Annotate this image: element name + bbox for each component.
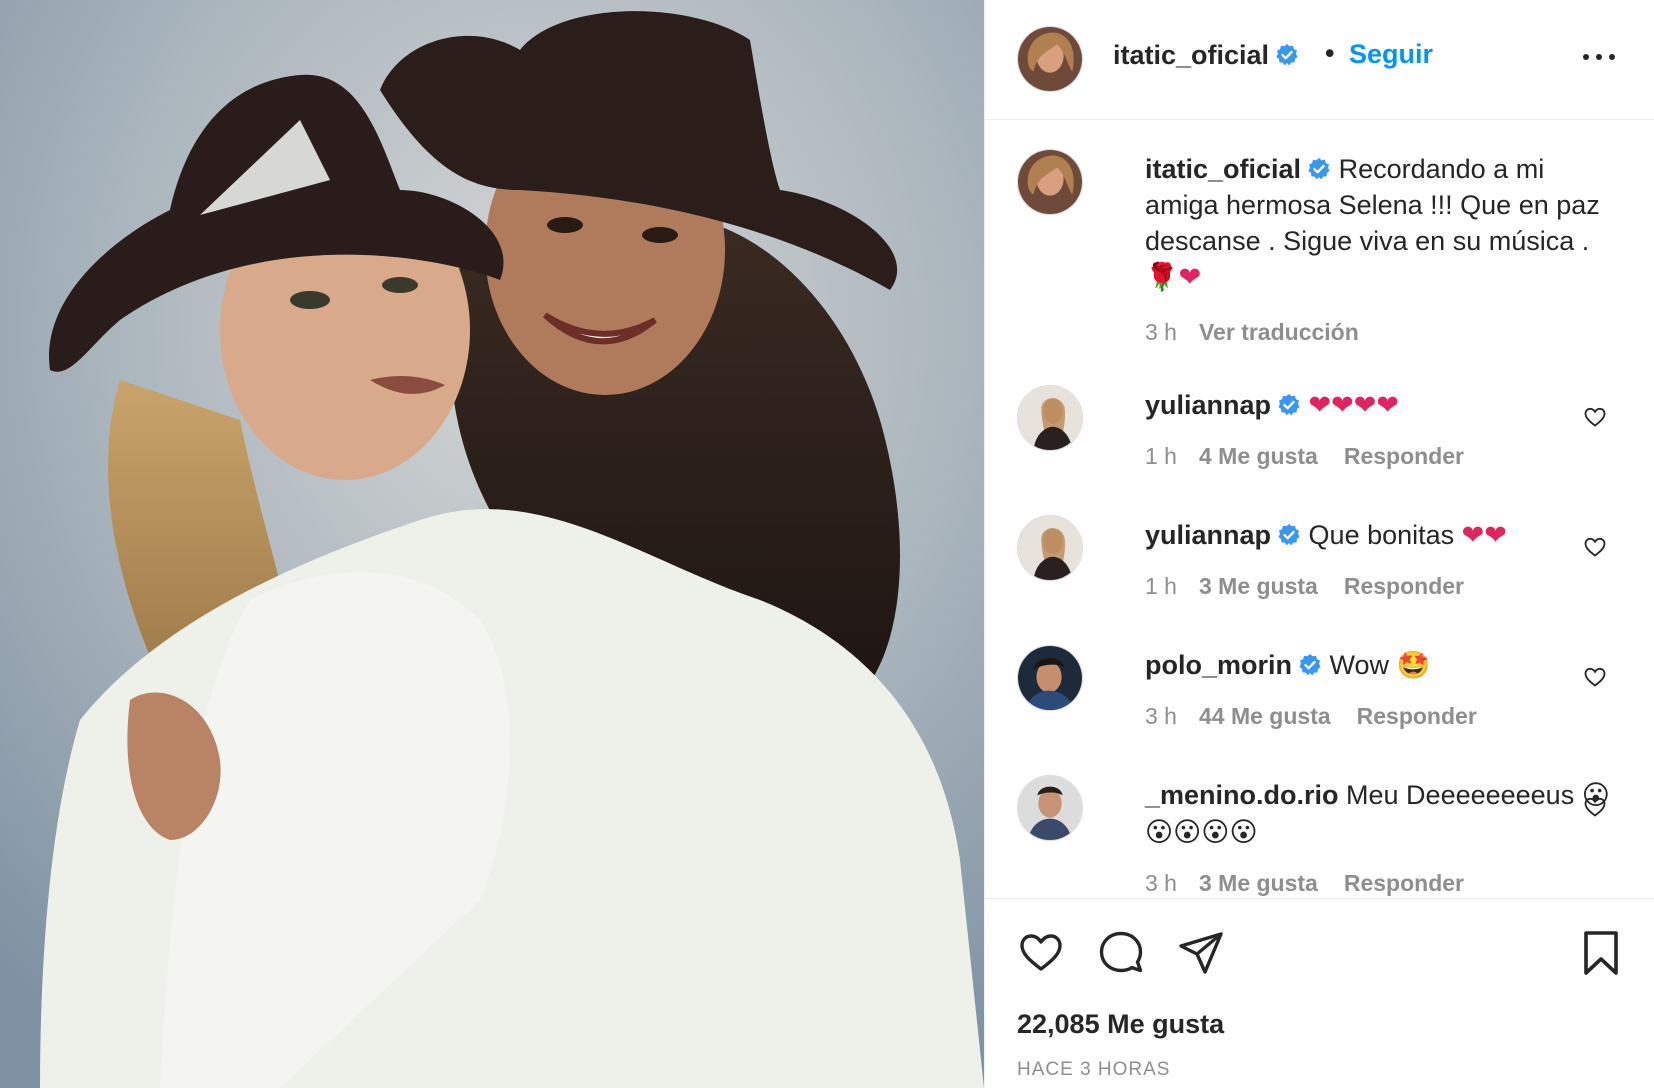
comments-list[interactable]: itatic_oficial Recordando a mi amiga her… <box>985 121 1654 898</box>
comment-body: yuliannap Que bonitas ❤❤ 1 h 3 Me gusta Re… <box>1145 515 1615 604</box>
avatar-image <box>1018 27 1082 91</box>
reply-button[interactable]: Responder <box>1357 703 1477 729</box>
comment-time: 3 h <box>1145 703 1177 729</box>
commenter-avatar[interactable] <box>1017 775 1083 841</box>
comment-like-heart-icon[interactable] <box>1583 795 1607 819</box>
comment-username[interactable]: polo_morin <box>1145 650 1292 680</box>
comment-text: Que bonitas <box>1308 520 1455 550</box>
comment-likes[interactable]: 4 Me gusta <box>1199 443 1318 469</box>
comment-body: yuliannap ❤❤❤❤ 1 h 4 Me gusta Responder <box>1145 385 1615 474</box>
comment-likes[interactable]: 44 Me gusta <box>1199 703 1331 729</box>
paper-plane-icon[interactable] <box>1177 929 1225 977</box>
verified-badge-icon <box>1278 524 1300 546</box>
post-actions: 22,085 Me gusta HACE 3 HORAS <box>985 898 1654 1088</box>
more-options-icon[interactable] <box>1579 46 1619 68</box>
post-sidebar: itatic_oficial • Seguir itatic_oficial R… <box>984 0 1654 1088</box>
comment-emojis: ❤❤ <box>1461 520 1507 551</box>
comment-likes[interactable]: 3 Me gusta <box>1199 573 1318 599</box>
commenter-avatar[interactable] <box>1017 385 1083 451</box>
comment-username[interactable]: yuliannap <box>1145 390 1271 420</box>
verified-badge-icon <box>1308 158 1330 180</box>
verified-badge-icon <box>1299 654 1321 676</box>
author-username[interactable]: itatic_oficial <box>1113 40 1299 71</box>
avatar-image <box>1018 150 1082 214</box>
comment-text: Meu Deeeeeeeeus <box>1346 780 1575 810</box>
comment-username[interactable]: yuliannap <box>1145 520 1271 550</box>
follow-button[interactable]: Seguir <box>1349 39 1433 70</box>
reply-button[interactable]: Responder <box>1344 443 1464 469</box>
bookmark-icon[interactable] <box>1577 929 1625 977</box>
reply-button[interactable]: Responder <box>1344 573 1464 599</box>
verified-badge-icon <box>1276 44 1298 66</box>
comment-meta: 3 h 3 Me gusta Responder <box>1145 865 1615 898</box>
translate-link[interactable]: Ver traducción <box>1199 319 1359 345</box>
comment-like-heart-icon[interactable] <box>1583 535 1607 559</box>
header-separator: • <box>1325 38 1335 68</box>
caption-emojis: 🌹❤ <box>1145 262 1202 293</box>
comment-text: ❤❤❤❤ <box>1308 390 1400 421</box>
avatar-image <box>1018 776 1082 840</box>
comment-username[interactable]: _menino.do.rio <box>1145 780 1339 810</box>
caption-author-avatar[interactable] <box>1017 149 1083 215</box>
comment-like-heart-icon[interactable] <box>1583 405 1607 429</box>
comment-text: Wow <box>1329 650 1390 680</box>
comment-icon[interactable] <box>1097 929 1145 977</box>
caption-username[interactable]: itatic_oficial <box>1145 154 1301 184</box>
post-timestamp[interactable]: HACE 3 HORAS <box>1017 1059 1170 1081</box>
commenter-avatar[interactable] <box>1017 645 1083 711</box>
post-image <box>0 0 984 1088</box>
post-header: itatic_oficial • Seguir <box>985 0 1654 120</box>
caption-meta: 3 h Ver traducción <box>1145 314 1615 350</box>
comment-likes[interactable]: 3 Me gusta <box>1199 870 1318 896</box>
comment-body: polo_morin Wow 🤩 3 h 44 Me gusta Responder <box>1145 645 1615 734</box>
comment-like-heart-icon[interactable] <box>1583 665 1607 689</box>
author-avatar[interactable] <box>1017 26 1083 92</box>
comment-body: _menino.do.rio Meu Deeeeeeeeus 😮😮😮😮😮 3 h… <box>1145 775 1615 898</box>
comment-time: 1 h <box>1145 443 1177 469</box>
comment-meta: 1 h 4 Me gusta Responder <box>1145 438 1615 474</box>
heart-icon[interactable] <box>1017 929 1065 977</box>
avatar-image <box>1018 386 1082 450</box>
commenter-avatar[interactable] <box>1017 515 1083 581</box>
comment-time: 1 h <box>1145 573 1177 599</box>
caption-time: 3 h <box>1145 319 1177 345</box>
caption-body: itatic_oficial Recordando a mi amiga her… <box>1145 149 1615 350</box>
comment-meta: 3 h 44 Me gusta Responder <box>1145 698 1615 734</box>
reply-button[interactable]: Responder <box>1344 870 1464 896</box>
avatar-image <box>1018 516 1082 580</box>
post-photo[interactable] <box>0 0 984 1088</box>
avatar-image <box>1018 646 1082 710</box>
verified-badge-icon <box>1278 394 1300 416</box>
likes-count[interactable]: 22,085 Me gusta <box>1017 1009 1224 1040</box>
comment-emojis: 🤩 <box>1396 650 1431 681</box>
author-username-text[interactable]: itatic_oficial <box>1113 40 1269 70</box>
comment-meta: 1 h 3 Me gusta Responder <box>1145 568 1615 604</box>
comment-time: 3 h <box>1145 870 1177 896</box>
